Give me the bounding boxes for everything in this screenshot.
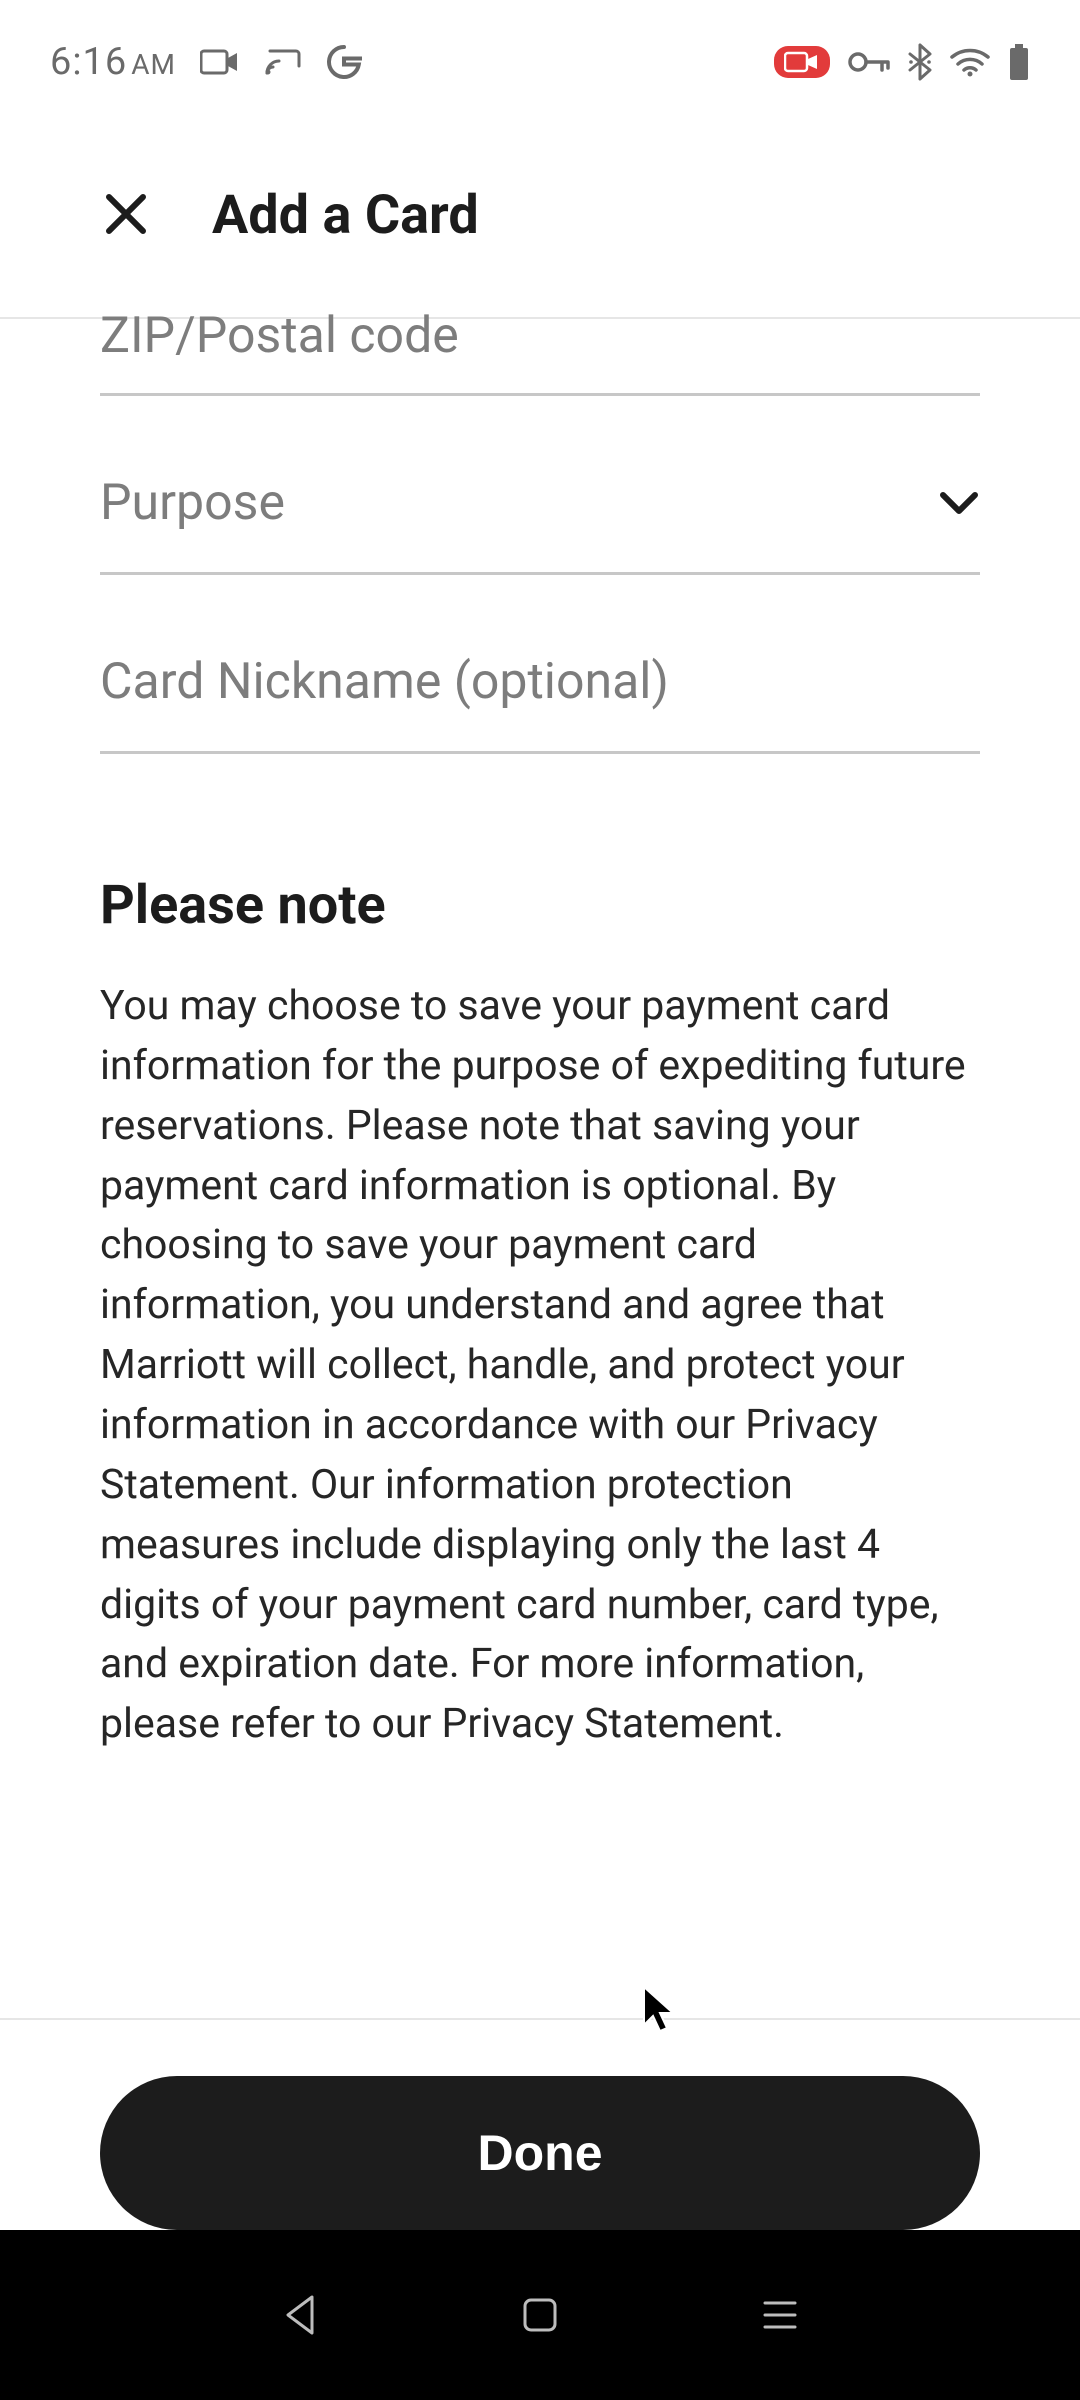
vpn-key-icon <box>848 50 890 74</box>
status-bar: 6:16AM <box>0 0 1080 114</box>
clock-hours: 6:16 <box>50 40 127 84</box>
page-title: Add a Card <box>212 184 479 247</box>
footer-bar: Done <box>0 2018 1080 2230</box>
done-button[interactable]: Done <box>100 2076 980 2230</box>
status-time: 6:16AM <box>50 40 176 84</box>
wifi-icon <box>950 47 990 77</box>
chevron-down-icon <box>938 482 980 524</box>
please-note-section: Please note You may choose to save your … <box>100 874 980 1755</box>
bluetooth-icon <box>908 43 932 81</box>
app-bar: Add a Card <box>0 114 1080 319</box>
nav-back-button[interactable] <box>276 2291 324 2339</box>
zip-field[interactable]: ZIP/Postal code <box>100 307 980 396</box>
google-icon <box>326 44 362 80</box>
clock-ampm: AM <box>131 48 176 81</box>
close-icon <box>103 191 149 241</box>
note-body: You may choose to save your payment card… <box>100 977 980 1755</box>
system-nav-bar <box>0 2230 1080 2400</box>
close-button[interactable] <box>100 190 152 242</box>
nickname-placeholder: Card Nickname (optional) <box>100 653 980 711</box>
camera-icon <box>200 48 240 76</box>
cast-icon <box>264 47 302 77</box>
status-right <box>774 43 1030 81</box>
form-content: ZIP/Postal code Purpose Card Nickname (o… <box>0 307 1080 1755</box>
purpose-placeholder: Purpose <box>100 474 285 532</box>
screen-record-icon <box>774 46 830 78</box>
battery-icon <box>1008 44 1030 80</box>
nav-recent-button[interactable] <box>756 2291 804 2339</box>
purpose-field[interactable]: Purpose <box>100 396 980 575</box>
zip-placeholder: ZIP/Postal code <box>100 307 980 365</box>
nickname-field[interactable]: Card Nickname (optional) <box>100 575 980 754</box>
note-title: Please note <box>100 874 980 937</box>
nav-home-button[interactable] <box>516 2291 564 2339</box>
status-left: 6:16AM <box>50 40 362 84</box>
